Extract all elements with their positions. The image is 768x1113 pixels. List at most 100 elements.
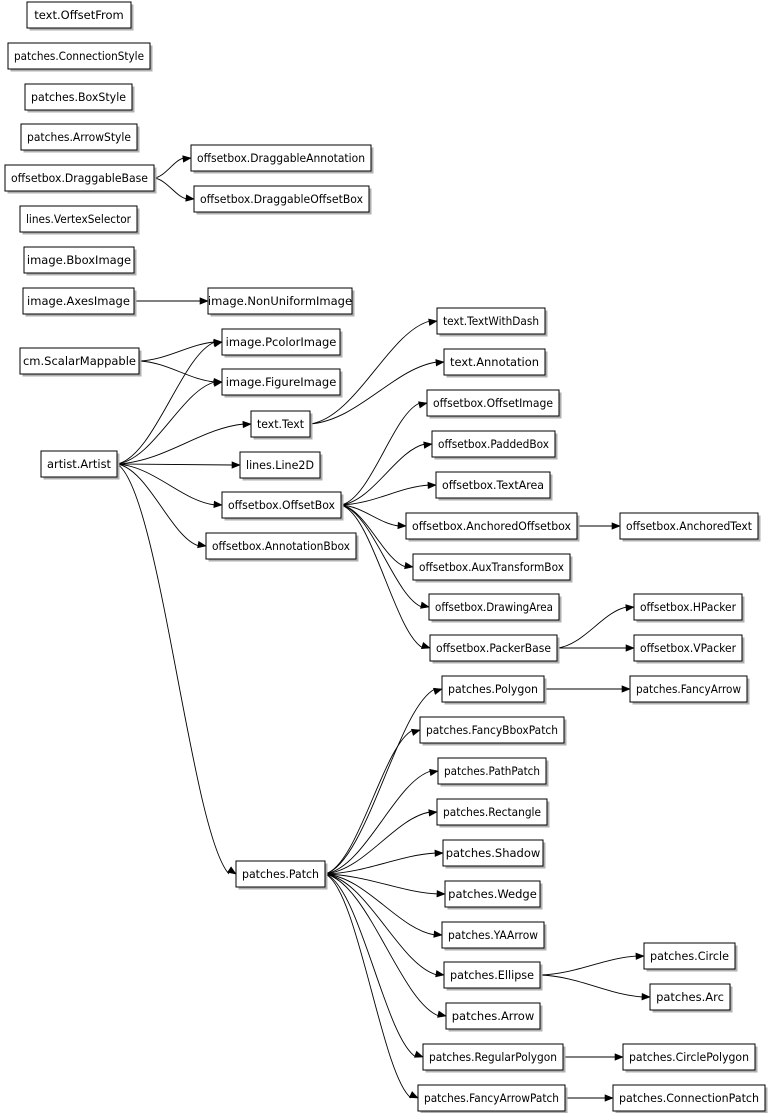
class-node[interactable]: text.TextWithDash — [436, 307, 548, 337]
inheritance-edge — [116, 463, 237, 875]
class-node[interactable]: patches.Polygon — [441, 675, 547, 705]
class-node[interactable]: image.FigureImage — [221, 368, 343, 398]
class-node-label: patches.Ellipse — [450, 968, 534, 982]
class-node[interactable]: cm.ScalarMappable — [19, 347, 142, 377]
class-node[interactable]: patches.ConnectionStyle — [7, 42, 153, 72]
class-node-label: cm.ScalarMappable — [23, 354, 136, 368]
class-node[interactable]: artist.Artist — [40, 450, 120, 480]
class-node[interactable]: offsetbox.DrawingArea — [428, 593, 562, 623]
class-node[interactable]: patches.Shadow — [442, 839, 546, 869]
inheritance-edge — [153, 155, 192, 179]
class-node[interactable]: patches.Ellipse — [443, 961, 543, 991]
edge-line — [324, 873, 417, 1058]
class-node-label: offsetbox.OffsetImage — [433, 396, 553, 410]
inheritance-edge — [134, 297, 209, 305]
edge-arrowhead — [411, 728, 421, 736]
class-node-label: offsetbox.DraggableBase — [11, 171, 148, 185]
class-node[interactable]: offsetbox.VPacker — [633, 634, 745, 664]
class-node-label: text.TextWithDash — [443, 314, 539, 328]
class-node[interactable]: offsetbox.AnchoredOffsetbox — [405, 512, 580, 542]
class-node-label: image.BboxImage — [27, 253, 131, 267]
class-node[interactable]: lines.VertexSelector — [19, 205, 140, 235]
edge-arrowhead — [437, 1010, 447, 1018]
class-node[interactable]: text.Text — [250, 410, 313, 440]
inheritance-edge — [153, 177, 195, 202]
edge-arrowhead — [242, 420, 252, 429]
class-node[interactable]: patches.Patch — [235, 860, 328, 890]
edge-line — [539, 955, 638, 976]
class-node[interactable]: offsetbox.AuxTransformBox — [412, 553, 573, 583]
class-inheritance-diagram: text.OffsetFrom patches.ConnectionStyle pa… — [0, 0, 768, 1113]
edge-arrowhead — [231, 461, 241, 469]
class-node[interactable]: patches.FancyArrow — [629, 675, 750, 705]
class-node-label: offsetbox.TextArea — [442, 478, 544, 492]
inheritance-edge — [324, 873, 447, 1018]
class-node[interactable]: patches.FancyBboxPatch — [419, 716, 567, 746]
edge-line — [153, 177, 188, 200]
class-node[interactable]: patches.PathPatch — [437, 757, 549, 787]
inheritance-edge — [138, 338, 223, 362]
class-node[interactable]: offsetbox.PackerBase — [429, 634, 560, 664]
class-node-label: image.AxesImage — [27, 294, 130, 308]
class-node[interactable]: patches.ConnectionPatch — [612, 1084, 768, 1113]
class-node[interactable]: offsetbox.AnchoredText — [619, 512, 761, 542]
class-node-label: offsetbox.PackerBase — [436, 641, 551, 655]
class-node[interactable]: offsetbox.OffsetImage — [426, 389, 562, 419]
class-node[interactable]: offsetbox.OffsetBox — [221, 491, 344, 521]
inheritance-edge — [116, 463, 223, 509]
class-node[interactable]: text.OffsetFrom — [26, 1, 134, 31]
class-node[interactable]: offsetbox.DraggableBase — [4, 164, 157, 194]
edge-arrowhead — [213, 500, 223, 509]
class-node[interactable]: patches.RegularPolygon — [422, 1043, 566, 1073]
class-node[interactable]: image.AxesImage — [22, 287, 137, 317]
class-node[interactable]: image.PcolorImage — [221, 328, 343, 358]
class-node[interactable]: patches.Rectangle — [436, 798, 550, 828]
class-node[interactable]: patches.YAArrow — [441, 921, 547, 951]
class-node[interactable]: image.NonUniformImage — [207, 287, 355, 317]
class-node-label: offsetbox.AuxTransformBox — [419, 560, 564, 574]
inheritance-edge — [557, 644, 635, 652]
class-node[interactable]: patches.Arrow — [445, 1002, 543, 1032]
class-node-label: text.Text — [257, 417, 304, 431]
edge-line — [138, 360, 216, 383]
class-node[interactable]: patches.ArrowStyle — [20, 123, 140, 153]
class-node[interactable]: offsetbox.AnnotationBbox — [205, 532, 359, 562]
class-node-label: offsetbox.AnchoredOffsetbox — [412, 519, 571, 533]
edge-line — [116, 423, 245, 465]
class-node[interactable]: patches.Circle — [643, 942, 738, 972]
inheritance-edge — [340, 481, 437, 506]
class-node[interactable]: patches.CirclePolygon — [622, 1043, 758, 1073]
class-node[interactable]: image.BboxImage — [23, 246, 137, 276]
class-node[interactable]: patches.FancyArrowPatch — [417, 1084, 568, 1113]
edge-arrowhead — [428, 318, 438, 326]
class-node-label: image.FigureImage — [226, 375, 337, 389]
class-node[interactable]: offsetbox.TextArea — [435, 471, 553, 501]
inheritance-edge — [324, 873, 419, 1099]
edge-arrowhead — [635, 952, 645, 960]
inheritance-edge — [324, 849, 444, 875]
class-node-label: patches.CirclePolygon — [629, 1050, 749, 1064]
inheritance-edge — [556, 604, 635, 649]
class-node[interactable]: offsetbox.PaddedBox — [431, 430, 558, 460]
class-node[interactable]: offsetbox.DraggableAnnotation — [190, 144, 374, 174]
class-node-label: patches.Polygon — [448, 682, 538, 696]
inheritance-edge — [324, 687, 443, 875]
class-node-label: patches.ConnectionStyle — [14, 49, 144, 63]
class-node[interactable]: offsetbox.HPacker — [633, 593, 745, 623]
class-node[interactable]: lines.Line2D — [239, 451, 323, 481]
class-node[interactable]: patches.BoxStyle — [24, 83, 135, 113]
class-node-label: patches.FancyArrow — [636, 682, 741, 696]
edge-arrowhead — [429, 768, 439, 777]
class-node[interactable]: patches.Wedge — [444, 880, 543, 910]
class-node-label: offsetbox.DraggableOffsetBox — [200, 192, 363, 206]
class-node[interactable]: patches.Arc — [649, 983, 733, 1013]
edge-line — [324, 852, 437, 875]
class-node[interactable]: offsetbox.DraggableOffsetBox — [193, 185, 372, 215]
class-node[interactable]: text.Annotation — [443, 348, 548, 378]
edge-arrowhead — [641, 993, 651, 1001]
inheritance-graph-canvas: text.OffsetFrom patches.ConnectionStyle pa… — [4, 1, 768, 1113]
inheritance-edge — [544, 685, 631, 693]
edge-arrowhead — [434, 849, 444, 857]
edge-arrowhead — [197, 540, 207, 549]
class-node-label: patches.Wedge — [448, 887, 537, 901]
